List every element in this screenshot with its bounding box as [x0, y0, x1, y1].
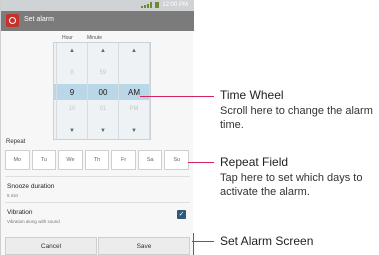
hour-up-arrow[interactable]: ▲ — [57, 48, 87, 54]
snooze-title[interactable]: Snooze duration — [7, 183, 54, 190]
alarm-clock-icon — [6, 14, 19, 27]
time-wheel-callout-desc: Scroll here to change the alarm time. — [220, 105, 373, 131]
hour-down-arrow[interactable]: ▼ — [57, 128, 87, 134]
ampm-column[interactable]: ▲ AM PM ▼ — [118, 43, 150, 139]
signal-icon — [141, 2, 153, 8]
repeat-field-callout-title: Repeat Field — [220, 155, 289, 169]
day-toggle-mo[interactable]: Mo — [5, 150, 30, 170]
vibration-subtitle: Vibration along with sound — [7, 219, 60, 224]
day-toggle-sa[interactable]: Sa — [137, 150, 163, 170]
checkmark-icon: ✓ — [178, 211, 185, 218]
minute-down-arrow[interactable]: ▼ — [88, 128, 118, 134]
hour-column[interactable]: ▲ 8 9 10 ▼ — [56, 43, 88, 139]
minute-column[interactable]: ▲ 59 00 01 ▼ — [87, 43, 119, 139]
ampm-next: PM — [129, 106, 139, 112]
status-bar: 12:00 PM — [1, 0, 194, 11]
day-toggle-we[interactable]: We — [58, 150, 83, 170]
set-alarm-callout-bracket — [193, 233, 194, 255]
minute-next: 01 — [99, 106, 107, 112]
divider — [5, 176, 190, 177]
day-toggle-tu[interactable]: Tu — [31, 150, 57, 170]
save-button[interactable]: Save — [98, 237, 190, 255]
status-time: 12:00 PM — [162, 2, 188, 8]
hour-header: Hour — [62, 35, 73, 41]
day-toggle-su[interactable]: Su — [164, 150, 190, 170]
time-wheel-callout-title: Time Wheel — [220, 88, 284, 102]
minute-prev: 59 — [99, 70, 107, 76]
vibration-checkbox[interactable]: ✓ — [177, 210, 186, 219]
snooze-value: 5 min — [7, 193, 19, 198]
status-icons: 12:00 PM — [141, 2, 188, 8]
minute-up-arrow[interactable]: ▲ — [88, 48, 118, 54]
title-bar: Set alarm — [1, 11, 194, 31]
repeat-field-callout-line — [188, 162, 214, 163]
set-alarm-callout-line — [192, 241, 214, 242]
repeat-field-callout-desc: Tap here to set which days to activate t… — [220, 172, 363, 198]
vibration-title[interactable]: Vibration — [7, 209, 33, 216]
hour-next: 10 — [68, 106, 76, 112]
divider — [5, 202, 190, 203]
hour-prev: 8 — [70, 70, 74, 76]
hour-selected: 9 — [69, 88, 75, 97]
set-alarm-callout-title: Set Alarm Screen — [220, 234, 314, 248]
day-toggle-th[interactable]: Th — [84, 150, 110, 170]
battery-icon — [155, 2, 160, 8]
day-toggle-fr[interactable]: Fr — [111, 150, 136, 170]
ampm-up-arrow[interactable]: ▲ — [119, 48, 149, 54]
repeat-label: Repeat — [6, 139, 26, 145]
repeat-field: Mo Tu We Th Fr Sa Su — [5, 150, 190, 170]
minute-selected: 00 — [98, 88, 108, 97]
cancel-button[interactable]: Cancel — [5, 237, 97, 255]
time-wheel[interactable]: ▲ 8 9 10 ▼ ▲ 59 00 01 ▼ ▲ AM PM ▼ — [53, 42, 151, 140]
screen-title: Set alarm — [24, 16, 54, 23]
minute-header: Minute — [87, 35, 103, 41]
ampm-down-arrow[interactable]: ▼ — [119, 128, 149, 134]
time-wheel-callout-line — [140, 96, 214, 97]
phone-screen: 12:00 PM Set alarm Hour Minute ▲ 8 9 10 … — [0, 0, 194, 255]
